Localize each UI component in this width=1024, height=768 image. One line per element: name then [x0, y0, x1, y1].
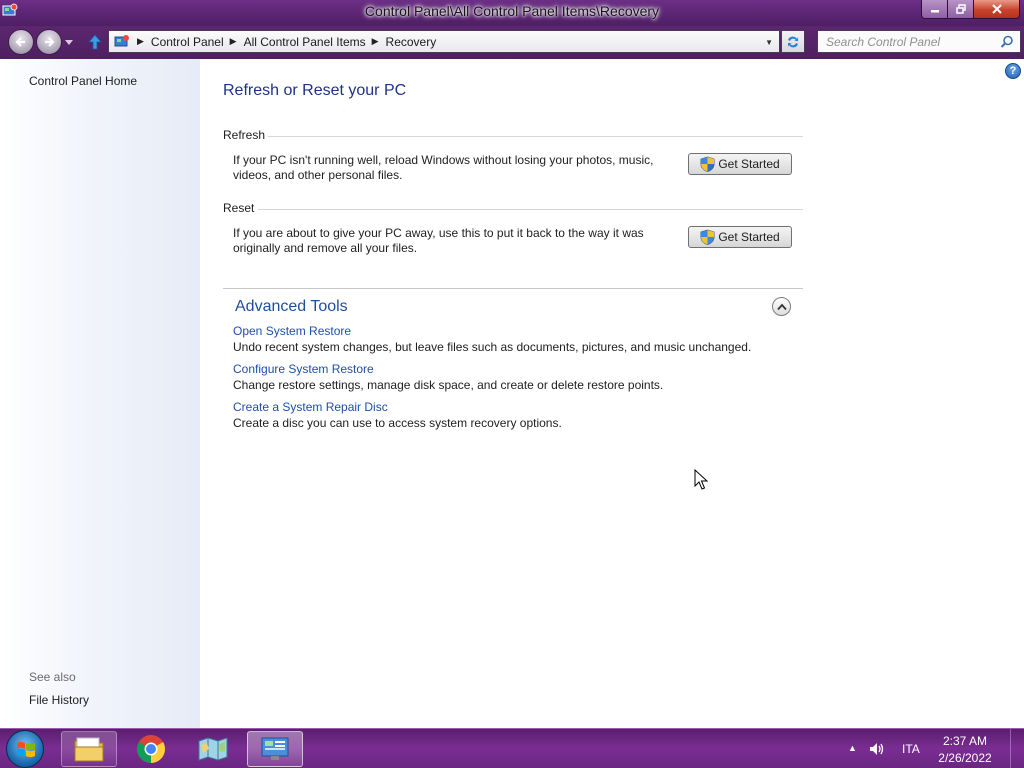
start-button[interactable] — [6, 730, 44, 768]
back-button[interactable] — [8, 29, 34, 55]
mouse-pointer-icon — [694, 469, 708, 490]
refresh-button[interactable] — [781, 30, 805, 53]
close-button[interactable] — [974, 0, 1020, 19]
file-explorer-taskbar-button[interactable] — [61, 731, 117, 767]
uac-shield-icon — [700, 229, 715, 245]
see-also-label: See also — [29, 670, 76, 684]
window-title: Control Panel\All Control Panel Items\Re… — [364, 3, 660, 19]
control-panel-icon — [114, 34, 129, 46]
reset-description: If you are about to give your PC away, u… — [233, 226, 673, 256]
refresh-description-line: If your PC isn't running well, reload Wi… — [233, 153, 654, 167]
refresh-get-started-button[interactable]: Get Started — [688, 153, 792, 175]
reset-description-line: originally and remove all your files. — [233, 241, 418, 255]
forward-button[interactable] — [36, 29, 62, 55]
map-icon — [198, 737, 228, 761]
show-desktop-button[interactable] — [1010, 729, 1024, 768]
left-navigation-pane: Control Panel Home See also File History — [0, 59, 200, 728]
breadcrumb-recovery[interactable]: Recovery — [386, 35, 437, 49]
search-box[interactable] — [817, 30, 1021, 53]
title-bar: Control Panel\All Control Panel Items\Re… — [0, 0, 1024, 26]
up-arrow-icon — [88, 34, 102, 50]
control-panel-home-link[interactable]: Control Panel Home — [29, 74, 137, 88]
back-arrow-icon — [15, 37, 25, 47]
file-history-link[interactable]: File History — [29, 693, 89, 707]
chrome-taskbar-button[interactable] — [123, 731, 179, 767]
refresh-heading: Refresh — [223, 128, 266, 142]
reset-button-label: Get Started — [718, 230, 780, 244]
minimize-button[interactable] — [921, 0, 948, 19]
breadcrumb-control-panel[interactable]: Control Panel — [151, 35, 224, 49]
breadcrumb-separator-icon[interactable]: ▶ — [372, 36, 379, 47]
windows-logo-icon — [17, 741, 35, 758]
divider — [258, 209, 803, 210]
breadcrumb-all-items[interactable]: All Control Panel Items — [244, 35, 366, 49]
show-hidden-icons-icon[interactable]: ▲ — [848, 743, 857, 753]
create-repair-disc-link[interactable]: Create a System Repair Disc — [233, 400, 388, 414]
folder-icon — [74, 737, 104, 762]
divider — [223, 288, 803, 289]
clock-time[interactable]: 2:37 AM — [940, 734, 990, 748]
uac-shield-icon — [700, 156, 715, 172]
reset-get-started-button[interactable]: Get Started — [688, 226, 792, 248]
open-system-restore-description: Undo recent system changes, but leave fi… — [233, 340, 752, 354]
reset-heading: Reset — [223, 201, 255, 215]
restore-icon — [955, 4, 966, 14]
open-system-restore-link[interactable]: Open System Restore — [233, 324, 351, 338]
refresh-icon — [788, 36, 798, 47]
close-icon — [991, 4, 1002, 14]
navigation-bar: ▶ Control Panel ▶ All Control Panel Item… — [0, 26, 1024, 59]
recent-pages-dropdown-icon[interactable] — [65, 40, 73, 46]
search-icon[interactable] — [1000, 35, 1014, 49]
refresh-button-label: Get Started — [718, 157, 780, 171]
address-dropdown-icon[interactable]: ▼ — [765, 38, 773, 47]
up-button[interactable] — [86, 32, 104, 52]
breadcrumb-separator-icon[interactable]: ▶ — [137, 36, 144, 47]
collapse-button[interactable] — [772, 297, 791, 316]
maps-taskbar-button[interactable] — [185, 731, 241, 767]
page-title: Refresh or Reset your PC — [223, 82, 407, 99]
chrome-icon — [137, 735, 165, 763]
restore-button[interactable] — [948, 0, 974, 19]
control-panel-taskbar-button[interactable] — [247, 731, 303, 767]
volume-icon[interactable] — [869, 741, 885, 757]
clock-date[interactable]: 2/26/2022 — [936, 751, 994, 765]
minimize-icon — [930, 10, 939, 13]
divider — [268, 136, 803, 137]
configure-system-restore-link[interactable]: Configure System Restore — [233, 362, 374, 376]
create-repair-disc-description: Create a disc you can use to access syst… — [233, 416, 562, 430]
main-content: ? Refresh or Reset your PC Refresh If yo… — [200, 59, 1024, 728]
forward-arrow-icon — [45, 37, 55, 47]
reset-description-line: If you are about to give your PC away, u… — [233, 226, 644, 240]
help-icon[interactable]: ? — [1005, 63, 1021, 79]
configure-system-restore-description: Change restore settings, manage disk spa… — [233, 378, 664, 392]
control-panel-icon — [261, 737, 289, 760]
advanced-tools-heading: Advanced Tools — [235, 298, 348, 315]
refresh-description: If your PC isn't running well, reload Wi… — [233, 153, 673, 183]
taskbar: ▲ ITA 2:37 AM 2/26/2022 — [0, 728, 1024, 768]
breadcrumb-separator-icon[interactable]: ▶ — [230, 36, 237, 47]
search-input[interactable] — [818, 31, 988, 52]
refresh-description-line: videos, and other personal files. — [233, 168, 403, 182]
chevron-up-icon — [776, 303, 787, 310]
address-bar[interactable]: ▶ Control Panel ▶ All Control Panel Item… — [108, 30, 780, 53]
input-language-indicator[interactable]: ITA — [902, 742, 920, 756]
